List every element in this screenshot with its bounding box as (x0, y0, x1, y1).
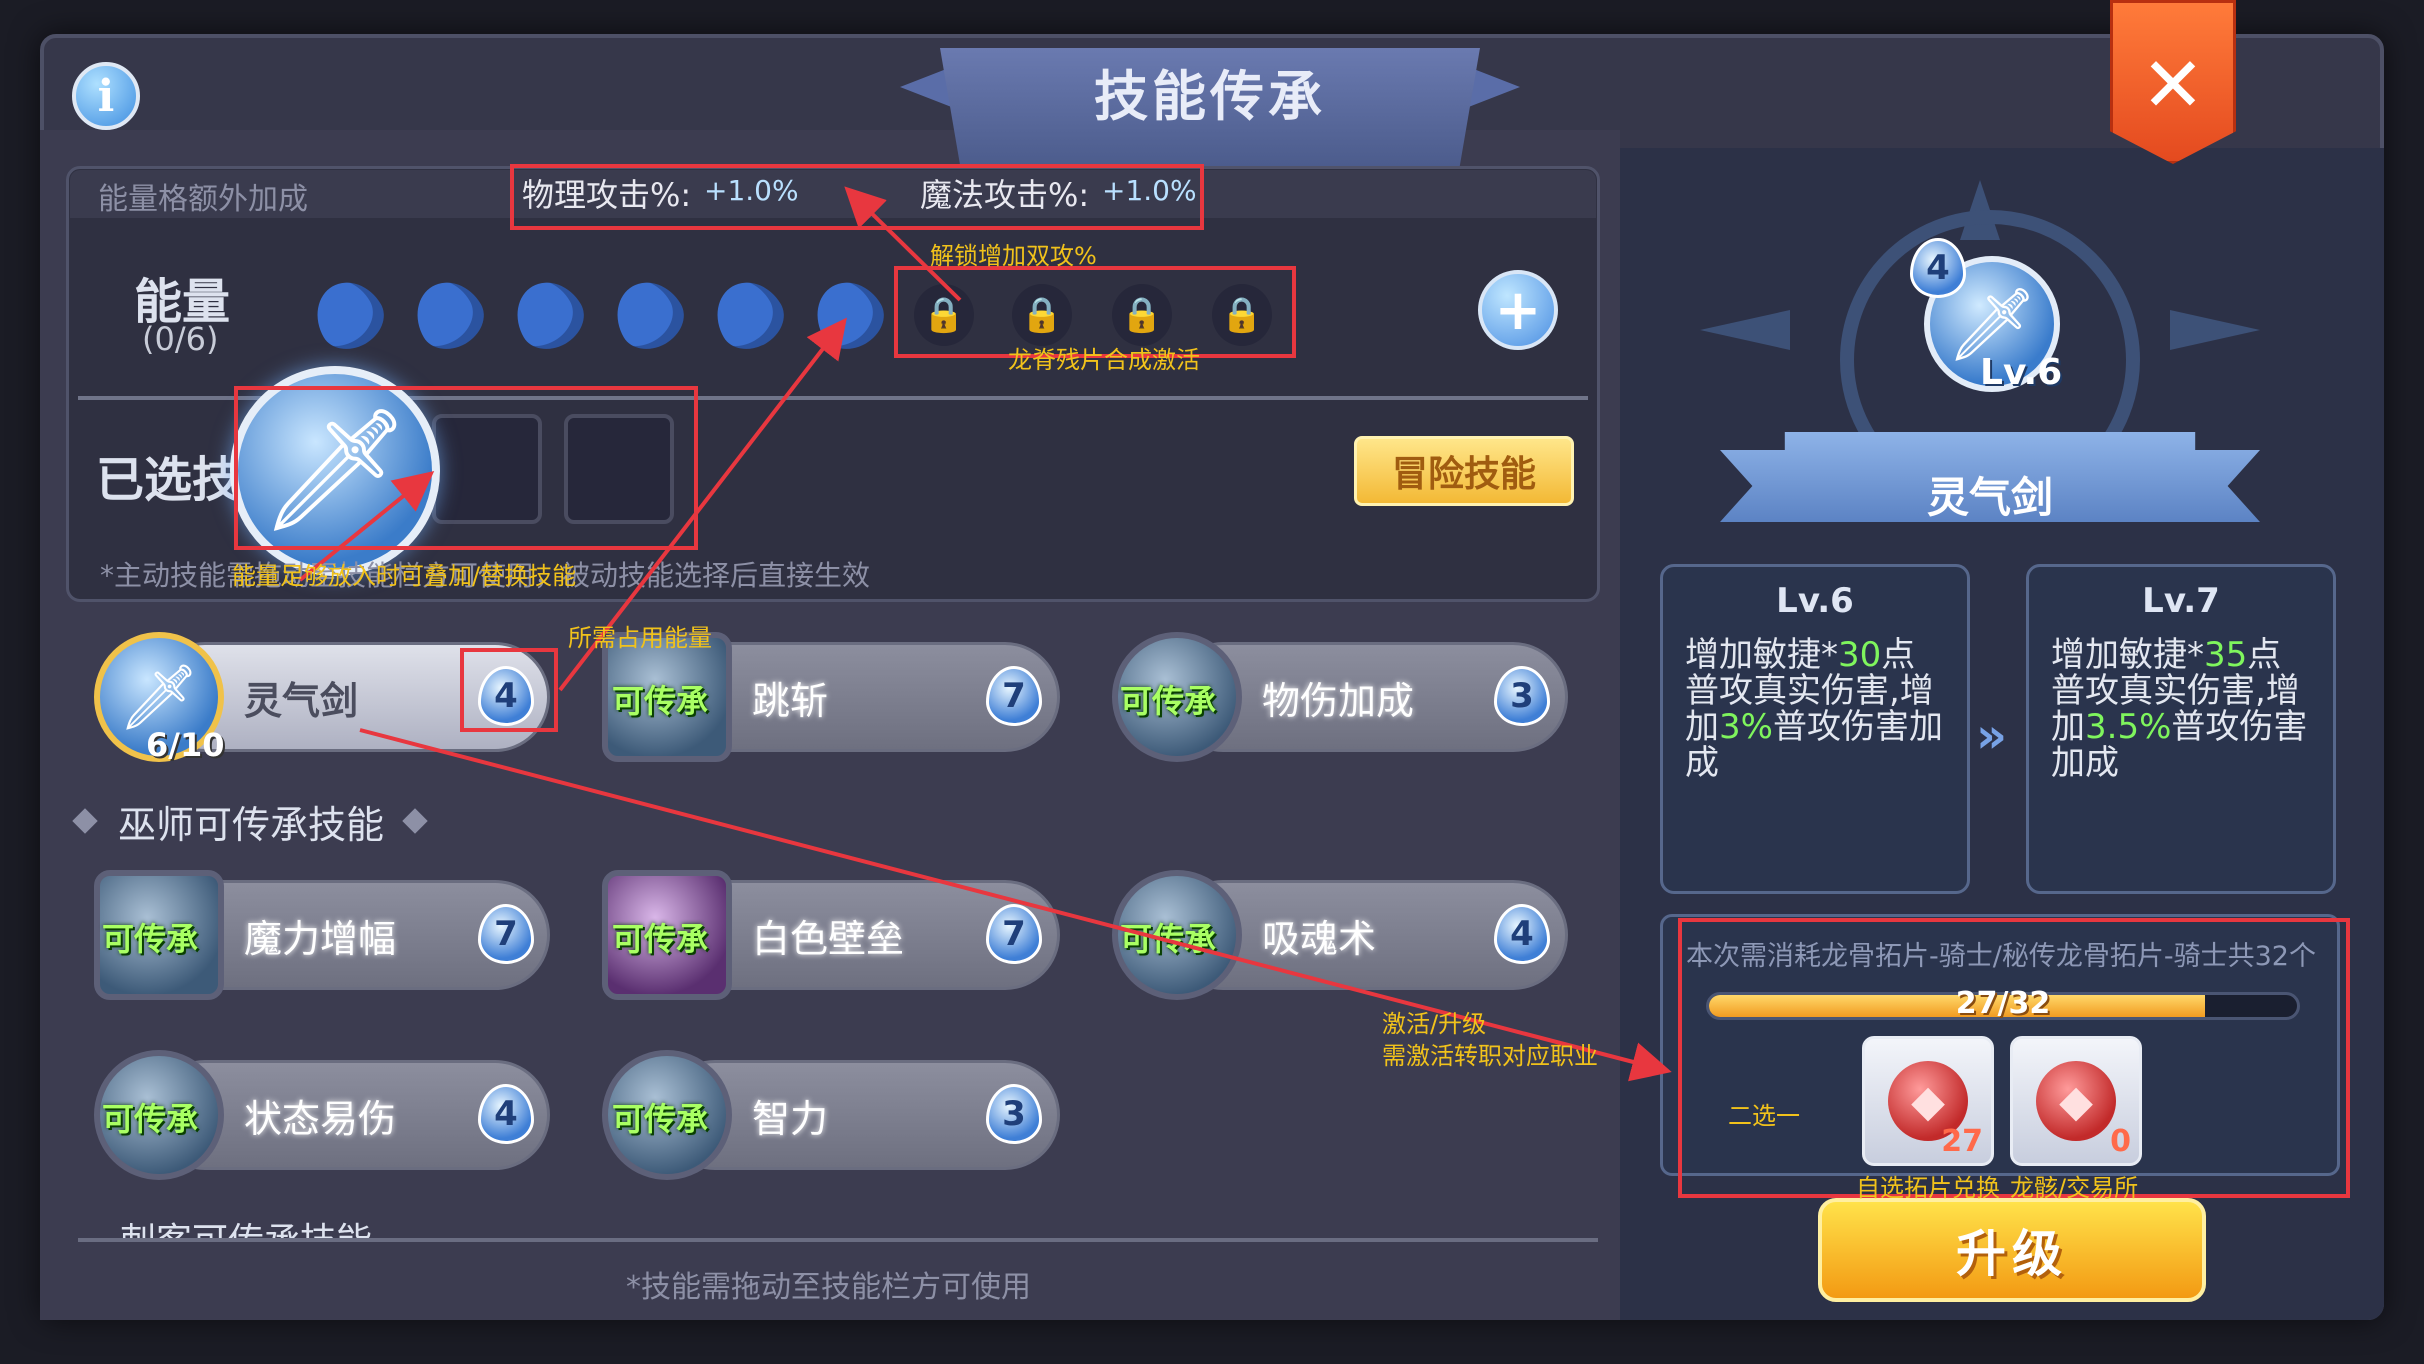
annotation-dragon-spine: 龙脊残片合成激活 (1008, 346, 1200, 374)
annotation-activate-2: 需激活转职对应职业 (1382, 1042, 1598, 1070)
annotation-activate-1: 激活/升级 (1382, 1010, 1487, 1038)
annotation-unlock: 解锁增加双攻% (930, 242, 1097, 270)
annotation-item-2: 龙骸/交易所 (2010, 1174, 2139, 1202)
annotation-choose-one: 二选一 (1728, 1102, 1800, 1130)
annotation-item-1: 自选拓片兑换 (1856, 1174, 2000, 1202)
annotation-arrows (298, 186, 1672, 1082)
annotation-energy-needed: 所需占用能量 (568, 624, 712, 652)
annotation-energy-enough: 能量足够放入时可叠加/替换技能 (232, 562, 577, 590)
